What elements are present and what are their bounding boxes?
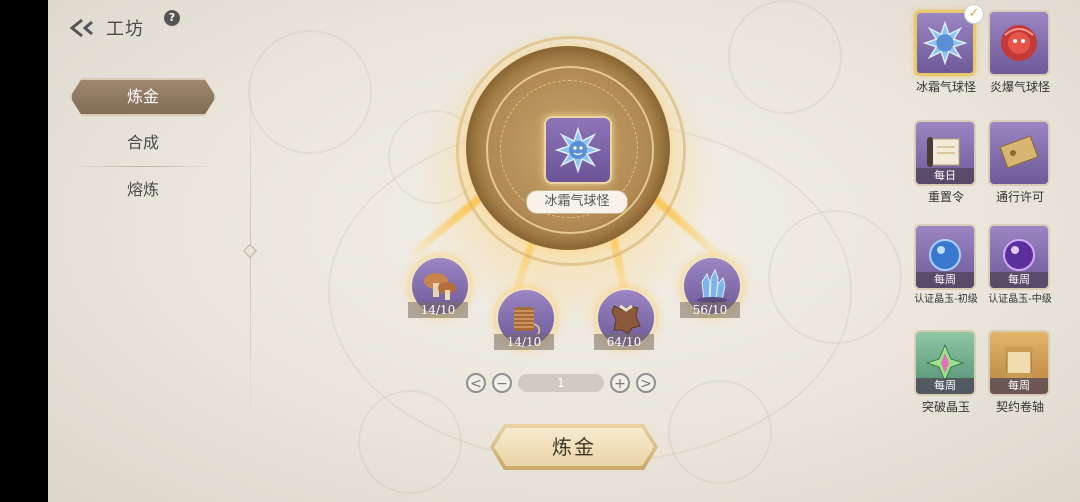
recipe-card-fire-balloon[interactable]: 炎爆气球怪	[988, 10, 1052, 94]
weekly-tag: 每周	[916, 272, 974, 288]
material-count: 64/10	[594, 334, 654, 350]
recipe-card-label: 认证晶玉-初级	[914, 294, 978, 305]
breakthrough-crystal-icon: 每周	[914, 330, 976, 396]
blue-orb-icon: 每周	[914, 224, 976, 290]
minus-button[interactable]: −	[492, 373, 512, 393]
recipe-card-pass-permit[interactable]: 通行许可	[988, 120, 1052, 204]
recipe-card-label: 重置令	[927, 190, 964, 204]
reset-scroll-icon: 每日	[914, 120, 976, 186]
question-icon[interactable]: ?	[164, 10, 180, 26]
recipe-card-label: 冰霜气球怪	[915, 80, 976, 94]
recipe-card-label: 炎爆气球怪	[989, 80, 1050, 94]
recipe-card-contract-scroll[interactable]: 每周 契约卷轴	[988, 330, 1052, 414]
back-arrow-icon[interactable]	[68, 16, 96, 40]
recipe-card-ice-balloon[interactable]: ✓ 冰霜气球怪	[914, 4, 984, 94]
craft-button-label: 炼金	[552, 435, 596, 459]
menu-item-synthesis[interactable]: 合成	[66, 120, 220, 166]
recipe-card-label: 契约卷轴	[995, 400, 1044, 414]
craft-button[interactable]: 炼金	[490, 424, 658, 470]
material-count: 56/10	[680, 302, 740, 318]
divider-ornament	[242, 243, 258, 259]
top-bar: 工坊	[68, 14, 144, 42]
recipe-card-reset-order[interactable]: 每日 重置令	[914, 120, 978, 204]
workshop-screen: 工坊 ? 炼金 合成 熔炼 冰霜气球怪 14/10 14/10 64/10 56…	[48, 0, 1080, 502]
plus-button[interactable]: +	[610, 373, 630, 393]
contract-scroll-icon: 每周	[988, 330, 1050, 396]
quantity-stepper: < − 1 + >	[466, 372, 656, 394]
page-title: 工坊	[106, 19, 144, 40]
menu-item-alchemy[interactable]: 炼金	[66, 74, 220, 120]
recipe-card-label: 通行许可	[995, 190, 1044, 204]
check-icon: ✓	[964, 4, 984, 24]
bg-rune-circle	[248, 30, 372, 154]
target-name-label: 冰霜气球怪	[526, 190, 628, 214]
recipe-card-label: 认证晶玉-中级	[988, 294, 1052, 305]
quantity-field[interactable]: 1	[518, 374, 604, 392]
purple-orb-icon: 每周	[988, 224, 1050, 290]
prev-button[interactable]: <	[466, 373, 486, 393]
recipe-card-cert-jade-basic[interactable]: 每周 认证晶玉-初级	[914, 224, 978, 306]
menu-item-smelting[interactable]: 熔炼	[66, 167, 220, 213]
menu-item-label: 熔炼	[126, 180, 159, 199]
category-menu: 炼金 合成 熔炼	[66, 74, 220, 213]
daily-tag: 每日	[916, 168, 974, 184]
menu-item-label: 合成	[126, 133, 159, 152]
weekly-tag: 每周	[990, 378, 1048, 394]
fire-balloon-monster-icon	[988, 10, 1050, 76]
recipe-card-breakthrough-jade[interactable]: 每周 突破晶玉	[914, 330, 978, 414]
ice-balloon-monster-icon	[544, 116, 612, 184]
weekly-tag: 每周	[990, 272, 1048, 288]
material-count: 14/10	[494, 334, 554, 350]
recipe-card-cert-jade-mid[interactable]: 每周 认证晶玉-中级	[988, 224, 1052, 306]
pass-permit-icon	[988, 120, 1050, 186]
next-button[interactable]: >	[636, 373, 656, 393]
weekly-tag: 每周	[916, 378, 974, 394]
menu-item-label: 炼金	[126, 87, 159, 106]
recipe-card-label: 突破晶玉	[921, 400, 970, 414]
bg-rune-circle	[728, 0, 842, 114]
material-count: 14/10	[408, 302, 468, 318]
